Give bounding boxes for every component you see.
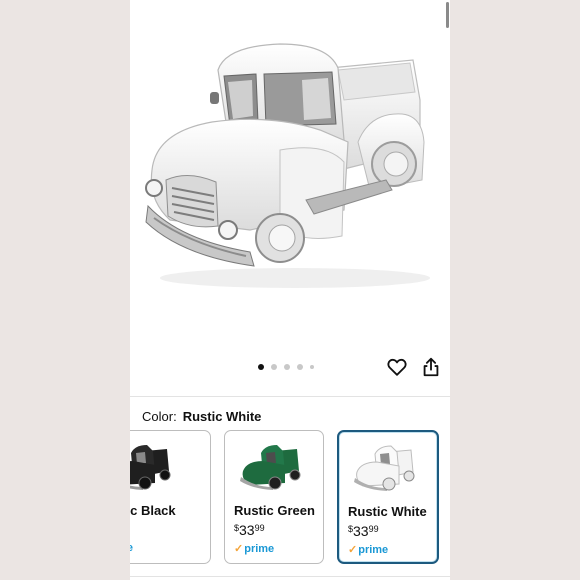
phone-screen: Color: Rustic White ustic Black $299 prim…	[130, 0, 450, 580]
color-option-name: ustic Black	[130, 503, 176, 518]
prime-label: prime	[130, 542, 133, 554]
green-truck-thumbnail	[240, 445, 301, 490]
product-image[interactable]	[130, 30, 450, 320]
selected-color-value: Rustic White	[182, 409, 262, 424]
carousel-dot[interactable]	[310, 365, 314, 369]
favorite-button[interactable]	[386, 356, 408, 378]
carousel-dot[interactable]	[271, 364, 277, 370]
prime-check-icon: ✓	[348, 544, 358, 556]
white-pickup-truck-icon	[145, 43, 430, 288]
carousel-indicator[interactable]	[258, 364, 314, 370]
color-selection-label: Color: Rustic White	[142, 409, 261, 424]
prime-badge: ✓prime	[348, 543, 388, 556]
price-currency: $	[348, 524, 354, 534]
heart-icon	[387, 358, 407, 376]
color-option-price: $3399	[348, 523, 379, 541]
prime-badge: prime	[130, 542, 133, 554]
prime-label: prime	[358, 544, 389, 556]
scrollbar[interactable]	[446, 2, 449, 28]
color-option-price: $3399	[234, 522, 265, 540]
price-currency: $	[234, 523, 240, 533]
share-icon	[423, 357, 439, 377]
prime-check-icon: ✓	[234, 543, 244, 555]
price-fraction: 99	[368, 524, 379, 534]
color-option-rustic-green[interactable]: Rustic Green $3399 ✓prime	[224, 430, 324, 564]
price-fraction: 99	[254, 523, 265, 533]
color-option-name: Rustic Green	[234, 503, 315, 518]
white-truck-thumbnail	[354, 445, 415, 491]
prime-label: prime	[244, 543, 275, 555]
carousel-dot[interactable]	[258, 364, 264, 370]
prime-badge: ✓prime	[234, 542, 274, 555]
bottom-divider	[130, 576, 450, 577]
black-truck-thumbnail	[130, 445, 171, 490]
section-divider	[130, 396, 450, 397]
price-whole: 33	[353, 523, 369, 539]
carousel-dot[interactable]	[297, 364, 303, 370]
share-button[interactable]	[420, 356, 442, 378]
carousel-dot[interactable]	[284, 364, 290, 370]
price-whole: 33	[239, 522, 255, 538]
color-label: Color:	[142, 409, 177, 424]
color-option-rustic-black[interactable]: ustic Black $299 prime	[130, 430, 211, 564]
color-option-name: Rustic White	[348, 504, 427, 519]
color-option-rustic-white[interactable]: Rustic White $3399 ✓prime	[337, 430, 439, 564]
